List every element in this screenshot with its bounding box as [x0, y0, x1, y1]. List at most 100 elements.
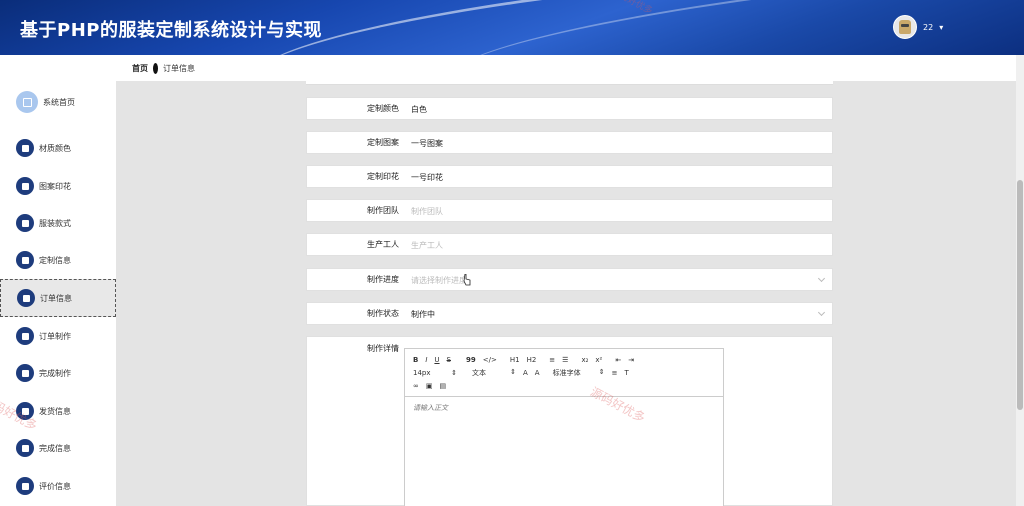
- field-label: 定制颜色: [367, 104, 399, 113]
- field-label: 定制图案: [367, 138, 399, 147]
- field-custom-color: 定制颜色 白色: [306, 97, 833, 120]
- field-production-worker: 生产工人 生产工人: [306, 233, 833, 256]
- scrollbar-thumb[interactable]: [1017, 180, 1023, 410]
- sidebar-item-label: 订单信息: [40, 293, 72, 303]
- user-menu[interactable]: 22 ▾: [893, 15, 943, 39]
- production-progress-select[interactable]: 请选择制作进度: [411, 275, 467, 286]
- breadcrumb-home[interactable]: 首页: [132, 63, 148, 74]
- superscript-button[interactable]: x²: [595, 356, 602, 364]
- app-title: 基于PHP的服装定制系统设计与实现: [20, 20, 322, 41]
- grid-icon: [16, 364, 34, 382]
- chevron-down-icon[interactable]: [817, 308, 826, 317]
- field-production-status[interactable]: 制作状态 制作中: [306, 302, 833, 325]
- field-label: 制作详情: [367, 344, 399, 353]
- select-arrow-icon: ⇕: [598, 367, 605, 376]
- sidebar-item-label: 材质颜色: [39, 143, 71, 153]
- code-block-button[interactable]: </>: [483, 356, 497, 364]
- pointer-cursor-icon: [463, 274, 471, 286]
- sidebar-item-completed-info[interactable]: 完成信息: [0, 429, 116, 467]
- clear-format-icon[interactable]: T: [624, 369, 628, 377]
- breadcrumb: 首页 订单信息: [116, 55, 1016, 81]
- field-production-progress[interactable]: 制作进度 请选择制作进度: [306, 268, 833, 291]
- sidebar-item-label: 定制信息: [39, 255, 71, 265]
- field-label: 定制印花: [367, 172, 399, 181]
- sidebar-item-label: 发货信息: [39, 406, 71, 416]
- top-header: 基于PHP的服装定制系统设计与实现 22 ▾: [0, 0, 1024, 55]
- sidebar-item-custom-info[interactable]: 定制信息: [0, 241, 116, 279]
- subscript-button[interactable]: x₂: [581, 356, 588, 364]
- send-icon: [16, 139, 34, 157]
- production-worker-input[interactable]: 生产工人: [411, 240, 443, 251]
- field-production-team: 制作团队 制作团队: [306, 199, 833, 222]
- breadcrumb-separator-icon: [153, 62, 158, 74]
- sidebar-item-completed-production[interactable]: 完成制作: [0, 354, 116, 392]
- font-size-select[interactable]: 14px ⇕: [413, 369, 457, 377]
- chevron-down-icon[interactable]: [817, 274, 826, 283]
- field-label: 生产工人: [367, 240, 399, 249]
- bar-chart-icon: [16, 402, 34, 420]
- production-status-select[interactable]: 制作中: [411, 309, 435, 320]
- sidebar-item-clothing-style[interactable]: 服装款式: [0, 204, 116, 242]
- avatar[interactable]: [893, 15, 917, 39]
- sidebar-item-pattern-print[interactable]: 图案印花: [0, 167, 116, 205]
- sidebar-item-label: 评价信息: [39, 481, 71, 491]
- quote-button[interactable]: 99: [466, 356, 476, 364]
- field-production-detail: 制作详情 B I U S 99 </> H1 H2 ≡ ☰ x₂ x² ⇤ ⇥ …: [306, 336, 833, 506]
- production-team-input[interactable]: 制作团队: [411, 206, 443, 217]
- field-custom-pattern: 定制图案 一号图案: [306, 131, 833, 154]
- select-arrow-icon: ⇕: [510, 367, 516, 376]
- heading1-button[interactable]: H1: [510, 356, 520, 364]
- align-icon[interactable]: ≡: [612, 369, 618, 377]
- sidebar-item-review-info[interactable]: 评价信息: [0, 467, 116, 505]
- sidebar-item-material-color[interactable]: 材质颜色: [0, 129, 116, 167]
- field-custom-print: 定制印花 一号印花: [306, 165, 833, 188]
- sidebar-item-label: 完成信息: [39, 443, 71, 453]
- rich-text-editor[interactable]: B I U S 99 </> H1 H2 ≡ ☰ x₂ x² ⇤ ⇥ 14px ⇕…: [404, 348, 724, 506]
- image-icon[interactable]: ▣: [426, 382, 433, 390]
- grid-icon: [16, 439, 34, 457]
- link-icon[interactable]: ∞: [413, 382, 419, 390]
- sidebar-item-order-info[interactable]: 订单信息: [0, 279, 116, 317]
- user-icon: [16, 214, 34, 232]
- sidebar-item-label: 完成制作: [39, 368, 71, 378]
- field-label: 制作进度: [367, 275, 399, 284]
- field-label: 制作团队: [367, 206, 399, 215]
- sidebar: 系统首页 材质颜色 图案印花 服装款式 定制信息 订单信息 订单制作 完成制作 …: [0, 55, 116, 506]
- username: 22: [923, 22, 934, 32]
- chart-icon: [16, 251, 34, 269]
- table-icon: [16, 327, 34, 345]
- sidebar-item-shipping-info[interactable]: 发货信息: [0, 392, 116, 430]
- home-icon: [16, 91, 38, 113]
- sidebar-item-label: 系统首页: [43, 97, 75, 107]
- field-value[interactable]: 一号图案: [411, 138, 443, 149]
- clipboard-icon: [16, 177, 34, 195]
- italic-button[interactable]: I: [425, 356, 427, 364]
- ordered-list-button[interactable]: ≡: [549, 356, 555, 364]
- font-color-icon[interactable]: A: [523, 369, 528, 377]
- form-card-top: [306, 81, 833, 85]
- field-value[interactable]: 白色: [411, 104, 427, 115]
- heading2-button[interactable]: H2: [527, 356, 537, 364]
- sidebar-item-home[interactable]: 系统首页: [0, 83, 116, 121]
- field-value[interactable]: 一号印花: [411, 172, 443, 183]
- comment-icon: [16, 477, 34, 495]
- font-family-select[interactable]: 标准字体 ⇕: [553, 368, 605, 378]
- chevron-down-icon[interactable]: ▾: [939, 23, 943, 32]
- indent-button[interactable]: ⇥: [628, 356, 634, 364]
- video-icon[interactable]: ▤: [439, 382, 446, 390]
- background-color-icon[interactable]: A: [535, 369, 540, 377]
- avatar-face-icon: [899, 20, 911, 34]
- editor-toolbar: B I U S 99 </> H1 H2 ≡ ☰ x₂ x² ⇤ ⇥ 14px ⇕…: [405, 349, 723, 397]
- strikethrough-button[interactable]: S: [447, 356, 451, 364]
- bold-button[interactable]: B: [413, 356, 418, 364]
- select-arrow-icon: ⇕: [451, 368, 457, 377]
- grid-icon: [17, 289, 35, 307]
- sidebar-item-label: 订单制作: [39, 331, 71, 341]
- bullet-list-button[interactable]: ☰: [562, 356, 568, 364]
- editor-body[interactable]: 请输入正文: [405, 397, 723, 419]
- sidebar-item-label: 图案印花: [39, 181, 71, 191]
- underline-button[interactable]: U: [434, 356, 439, 364]
- outdent-button[interactable]: ⇤: [615, 356, 621, 364]
- sidebar-item-order-production[interactable]: 订单制作: [0, 317, 116, 355]
- text-type-select[interactable]: 文本 ⇕: [472, 368, 516, 378]
